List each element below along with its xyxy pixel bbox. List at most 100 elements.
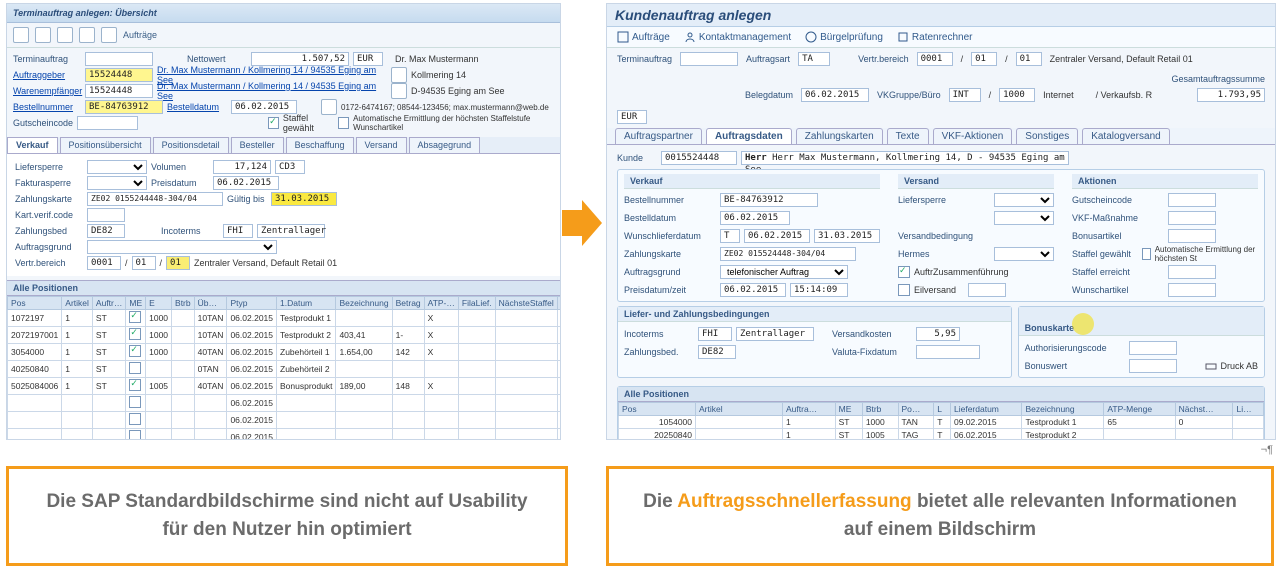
tab-beschaffung[interactable]: Beschaffung: [286, 137, 354, 153]
versandk-input[interactable]: 5,95: [916, 327, 960, 341]
tab-texte[interactable]: Texte: [887, 128, 929, 144]
toolbar-icon[interactable]: [57, 27, 73, 43]
belegdatum-input[interactable]: 06.02.2015: [801, 88, 869, 102]
vkfm-input[interactable]: [1168, 211, 1216, 225]
bestelldatum-input[interactable]: 06.02.2015: [231, 100, 297, 114]
auftragsgrund-select[interactable]: [87, 240, 277, 254]
toolbar-icon[interactable]: [35, 27, 51, 43]
staffel-checkbox[interactable]: [268, 117, 279, 129]
toolbar-icon[interactable]: [13, 27, 29, 43]
label-bestelldatum[interactable]: Bestelldatum: [167, 102, 227, 112]
vb1[interactable]: 0001: [87, 256, 121, 270]
incoterms-input[interactable]: FHI: [223, 224, 253, 238]
tab-besteller[interactable]: Besteller: [231, 137, 284, 153]
kunde-nr[interactable]: 0015524448: [661, 151, 737, 165]
vb2[interactable]: 01: [971, 52, 997, 66]
eilversand-checkbox[interactable]: [898, 284, 910, 296]
vkgruppe-input[interactable]: INT: [949, 88, 981, 102]
toolbar-icon[interactable]: [101, 27, 117, 43]
table-row[interactable]: 402508401ST0TAN06.02.2015Zubehörteil 2ZK…: [8, 361, 562, 378]
zahlungskarte-input[interactable]: ZE02 0155244448-304/04: [87, 192, 223, 206]
staffele-input[interactable]: [1168, 265, 1216, 279]
toolbar-icon[interactable]: [79, 27, 95, 43]
warenempf-input[interactable]: 15524448: [85, 84, 153, 98]
tab-posuebersicht[interactable]: Positionsübersicht: [60, 137, 151, 153]
fakturasperre-select[interactable]: [87, 176, 147, 190]
terminauftrag-input[interactable]: [680, 52, 738, 66]
tab-auftragspartner[interactable]: Auftragspartner: [615, 128, 702, 144]
label-auftraggeber[interactable]: Auftraggeber: [13, 70, 81, 80]
vb3[interactable]: 01: [1016, 52, 1042, 66]
wunsch-from[interactable]: 06.02.2015: [744, 229, 810, 243]
terminauftrag-input[interactable]: [85, 52, 153, 66]
table-row[interactable]: 10540001ST1000TANT09.02.2015Testprodukt …: [619, 416, 1264, 429]
vb1[interactable]: 0001: [917, 52, 953, 66]
auftraggeber-input[interactable]: 15524448: [85, 68, 153, 82]
warenempf-link[interactable]: Dr. Max Mustermann / Kollmering 14 / 945…: [157, 81, 387, 101]
bestellnr-input[interactable]: BE-84763912: [85, 100, 163, 114]
incoterms-input[interactable]: FHI: [698, 327, 732, 341]
gueltig-input[interactable]: 31.03.2015: [271, 192, 337, 206]
nav-auftraege[interactable]: Aufträge: [617, 31, 670, 43]
table-row[interactable]: 06.02.2015: [8, 395, 562, 412]
nav-kontakt[interactable]: Kontaktmanagement: [684, 31, 791, 43]
tab-katalog[interactable]: Katalogversand: [1082, 128, 1170, 144]
tab-vkf-aktionen[interactable]: VKF-Aktionen: [933, 128, 1013, 144]
hermes-select[interactable]: [994, 247, 1054, 261]
bestellnr-input[interactable]: BE-84763912: [720, 193, 818, 207]
table-row[interactable]: 20721970011ST100010TAN06.02.2015Testprod…: [8, 327, 562, 344]
bonuswert-input[interactable]: [1129, 359, 1177, 373]
auftragsart-input[interactable]: TA: [798, 52, 830, 66]
label-bestellnr[interactable]: Bestellnummer: [13, 102, 81, 112]
nav-buergel[interactable]: Bürgelprüfung: [805, 31, 883, 43]
autostaffel-checkbox[interactable]: [338, 117, 349, 129]
nav-raten[interactable]: Ratenrechner: [897, 31, 973, 43]
bestelldat-input[interactable]: 06.02.2015: [720, 211, 790, 225]
tab-auftragsdaten[interactable]: Auftragsdaten: [706, 128, 792, 144]
auth-input[interactable]: [1129, 341, 1177, 355]
agrund-select[interactable]: telefonischer Auftrag: [720, 265, 848, 279]
zkarte-input[interactable]: ZE02 015524448-304/04: [720, 247, 856, 261]
incoterms-text[interactable]: Zentrallager: [736, 327, 814, 341]
vb3[interactable]: 01: [166, 256, 190, 270]
valuta-input[interactable]: [916, 345, 980, 359]
table-row[interactable]: 10721971ST100010TAN06.02.2015Testprodukt…: [8, 310, 562, 327]
preisdatum-input[interactable]: 06.02.2015: [213, 176, 279, 190]
druck-ab-button[interactable]: Druck AB: [1205, 360, 1258, 372]
table-row[interactable]: 30540001ST100040TAN06.02.2015Zubehörteil…: [8, 344, 562, 361]
liefersperre2-select[interactable]: [994, 211, 1054, 225]
vkgruppe-buro[interactable]: 1000: [999, 88, 1035, 102]
aufzus-checkbox[interactable]: [898, 266, 910, 278]
wunsch-to[interactable]: 31.03.2015: [814, 229, 880, 243]
tab-verkauf[interactable]: Verkauf: [7, 137, 58, 153]
table-row[interactable]: 202508401ST1005TAGT06.02.2015Testprodukt…: [619, 429, 1264, 441]
gutschein-input[interactable]: [1168, 193, 1216, 207]
tab-absagegrund[interactable]: Absagegrund: [409, 137, 481, 153]
tab-posdetail[interactable]: Positionsdetail: [153, 137, 229, 153]
positions-grid[interactable]: PosArtikelAuftra…MEBtrbPo…LLieferdatumBe…: [618, 402, 1264, 440]
table-row[interactable]: 06.02.2015: [8, 429, 562, 441]
incoterms-text[interactable]: Zentrallager: [257, 224, 325, 238]
gutschein-input[interactable]: [77, 116, 138, 130]
vb2[interactable]: 01: [132, 256, 156, 270]
table-row[interactable]: 50250840061ST100540TAN06.02.2015Bonuspro…: [8, 378, 562, 395]
table-row[interactable]: 06.02.2015: [8, 412, 562, 429]
toolbar-orders[interactable]: Aufträge: [123, 30, 157, 40]
staffelg-checkbox[interactable]: [1142, 248, 1151, 260]
preisdat-input[interactable]: 06.02.2015: [720, 283, 786, 297]
wunschart-input[interactable]: [1168, 283, 1216, 297]
positions-grid[interactable]: PosArtikelAuftr…MEEBtrbÜb…Ptyp1.DatumBez…: [7, 296, 561, 440]
zbed-input[interactable]: DE82: [698, 345, 736, 359]
eilversand-input[interactable]: [968, 283, 1006, 297]
liefersperre-select[interactable]: [87, 160, 147, 174]
tab-zahlungskarten[interactable]: Zahlungskarten: [796, 128, 883, 144]
bonusart-input[interactable]: [1168, 229, 1216, 243]
tab-sonstiges[interactable]: Sonstiges: [1016, 128, 1078, 144]
zahlungsbed-input[interactable]: DE82: [87, 224, 125, 238]
wunsch-type[interactable]: T: [720, 229, 740, 243]
liefersperre-select[interactable]: [994, 193, 1054, 207]
tab-versand[interactable]: Versand: [356, 137, 407, 153]
kartverif-input[interactable]: [87, 208, 125, 222]
preiszeit-input[interactable]: 15:14:09: [790, 283, 848, 297]
label-warenempf[interactable]: Warenempfänger: [13, 86, 81, 96]
